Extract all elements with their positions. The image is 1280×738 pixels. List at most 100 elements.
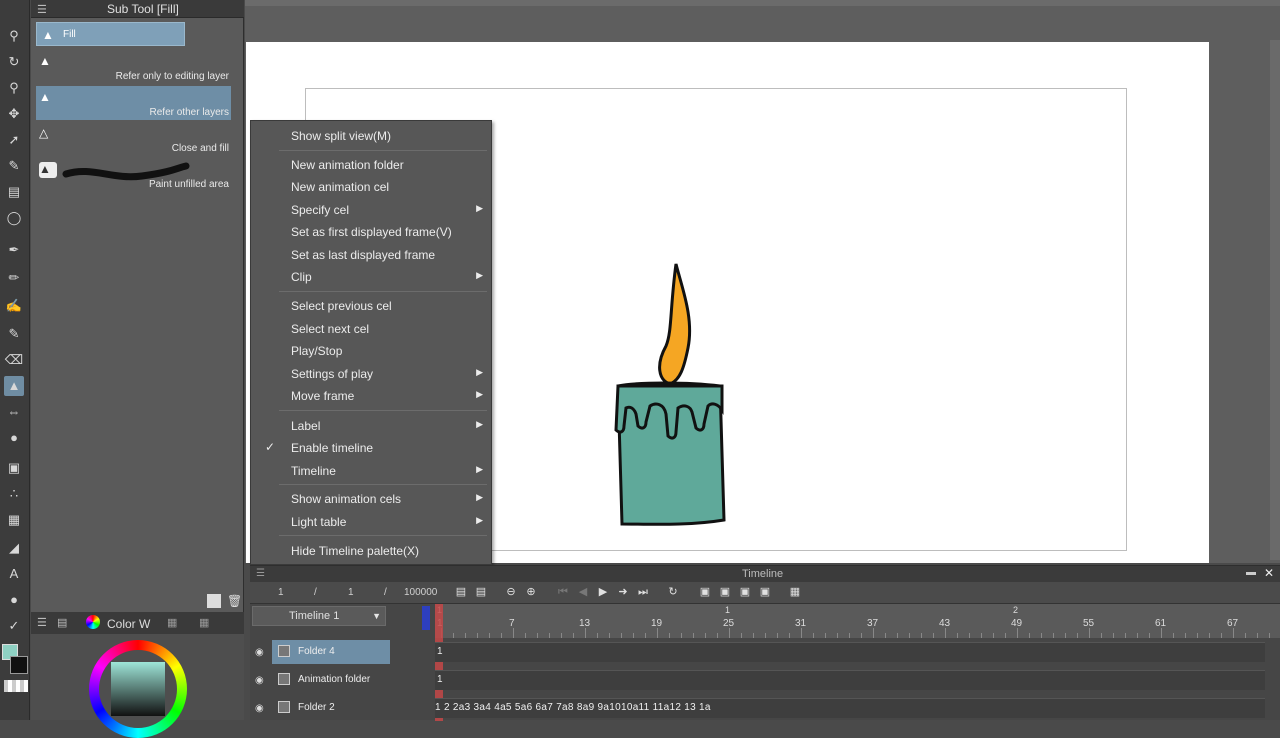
pencil-icon[interactable]: ✏ [4,268,24,288]
first-frame-icon[interactable]: ⏮ [556,586,570,599]
first-frame-marker[interactable] [422,606,430,630]
menu-new-animation-folder[interactable]: New animation folder [251,155,491,175]
eraser-icon[interactable]: ⌫ [4,350,24,370]
frame-icon[interactable]: ▦ [4,510,24,530]
eye-icon[interactable]: ◉ [255,703,264,714]
eye-icon[interactable]: ◉ [255,647,264,658]
sub-color-swatch[interactable] [10,656,28,674]
timeline-ruler[interactable]: 1 7 13 19 25 31 37 43 49 55 61 67 1 1 2 [435,604,1280,638]
onion-skin-icon[interactable]: ▣ [698,586,712,599]
transparent-swatch[interactable] [4,680,28,692]
zoom-in-icon[interactable]: ⊕ [524,586,538,599]
color-set-tab-icon[interactable]: ▦ [167,616,177,629]
blend-icon[interactable]: ⇔ [4,402,24,422]
brush-icon[interactable]: ✍ [4,296,24,316]
layer-name[interactable]: Animation folder [272,668,390,692]
menu-separator [279,150,487,151]
last-frame-icon[interactable]: ⏭ [636,586,650,599]
trash-icon[interactable]: 🗑 [227,594,242,608]
panel-menu-icon[interactable]: ☰ [37,3,47,16]
settings-icon[interactable]: ▦ [788,586,802,599]
layer-name[interactable]: Folder 4 [272,640,390,664]
color-history-tab-icon[interactable]: ▦ [199,616,209,629]
text-icon[interactable]: A [4,564,24,584]
menu-enable-timeline[interactable]: ✓ Enable timeline [251,438,491,458]
magnifier-icon[interactable]: ⚲ [4,78,24,98]
subtool-item-editing-layer[interactable]: ▲ Refer only to editing layer [36,50,231,84]
tab-icon[interactable]: ▤ [57,616,67,629]
panel-menu-icon[interactable]: ☰ [37,616,47,629]
eye-icon[interactable]: ◉ [255,675,264,686]
new-animation-cel-icon[interactable]: ▤ [474,586,488,599]
timeline-layer-row[interactable]: ◉ Folder 2 1 2 2a3 3a4 4a5 5a6 6a7 7a8 8… [250,696,1280,722]
balloon-icon[interactable]: ● [4,590,24,610]
timeline-select[interactable]: Timeline 1 ▼ [252,606,386,626]
zoom-out-icon[interactable]: ⊖ [504,586,518,599]
timeline-layer-row[interactable]: ◉ Folder 4 1 [250,640,1280,666]
ruler-icon[interactable]: ◢ [4,538,24,558]
menu-move-frame[interactable]: Move frame ▶ [251,386,491,406]
edit-cels-icon[interactable]: ▣ [758,586,772,599]
menu-show-animation-cels[interactable]: Show animation cels ▶ [251,489,491,509]
vertical-scrollbar[interactable] [1270,40,1280,560]
menu-timeline[interactable]: Timeline ▶ [251,461,491,481]
rotate-icon[interactable]: ↻ [4,52,24,72]
menu-label[interactable]: Label ▶ [251,416,491,436]
ruler-tick [1101,633,1102,638]
new-subtool-icon[interactable] [207,594,221,608]
operation-icon[interactable]: ➚ [4,130,24,150]
layer-track[interactable]: 1 2 2a3 3a4 4a5 5a6 6a7 7a8 8a9 9a1010a1… [435,698,1265,718]
menu-show-split-view[interactable]: Show split view(M) [251,126,491,146]
pen-icon[interactable]: ✒ [4,240,24,260]
previous-frame-icon[interactable]: ◀ [576,586,590,599]
color-wheel-tab-icon[interactable] [86,615,100,629]
lasso-icon[interactable]: ◯ [4,208,24,228]
menu-play-stop[interactable]: Play/Stop [251,341,491,361]
zoom-icon[interactable]: ⚲ [4,26,24,46]
panel-menu-icon[interactable]: ☰ [256,568,265,579]
layer-track[interactable]: 1 [435,670,1265,690]
menu-settings-of-play[interactable]: Settings of play ▶ [251,364,491,384]
gradient-icon[interactable]: ▣ [4,458,24,478]
figure-icon[interactable]: ∴ [4,484,24,504]
layer-move-icon[interactable]: ▤ [4,182,24,202]
fill-bucket-icon: ▲ [39,162,57,178]
airbrush-icon[interactable]: ✎ [4,324,24,344]
light-table-icon[interactable]: ▣ [718,586,732,599]
ruler-tick [717,633,718,638]
menu-new-animation-cel[interactable]: New animation cel [251,177,491,197]
menu-select-previous-cel[interactable]: Select previous cel [251,296,491,316]
timeline-layer-row[interactable]: ◉ Animation folder 1 [250,668,1280,694]
menu-select-next-cel[interactable]: Select next cel [251,319,491,339]
eyedropper-icon[interactable]: ✎ [4,156,24,176]
layer-track[interactable]: 1 [435,642,1265,662]
menu-set-first-frame[interactable]: Set as first displayed frame(V) [251,222,491,242]
subtool-group-fill[interactable]: ▲ Fill [36,22,185,46]
menu-light-table[interactable]: Light table ▶ [251,512,491,532]
fill-tool-icon[interactable]: ▲ [4,376,24,396]
layer-name[interactable]: Folder 2 [272,696,390,720]
ruler-tick [681,633,682,638]
canvas-tab-strip [245,0,1280,6]
menu-clip[interactable]: Clip ▶ [251,267,491,287]
subtool-item-close-and-fill[interactable]: △ Close and fill [36,122,231,156]
subtool-item-other-layers[interactable]: ▲ Refer other layers [36,86,231,120]
play-icon[interactable]: ▶ [596,586,610,599]
new-animation-folder-icon[interactable]: ▤ [454,586,468,599]
loop-icon[interactable]: ↻ [666,586,680,599]
menu-hide-timeline-palette[interactable]: Hide Timeline palette(X) [251,541,491,561]
subtool-item-paint-unfilled[interactable]: ▲ Paint unfilled area [36,158,231,192]
close-icon[interactable]: ✕ [1264,566,1274,580]
saturation-square[interactable] [111,662,165,716]
hue-ring[interactable] [89,640,187,738]
menu-set-last-frame[interactable]: Set as last displayed frame [251,245,491,265]
ruler-tick [561,633,562,638]
droplet-icon[interactable]: ● [4,428,24,448]
show-cels-icon[interactable]: ▣ [738,586,752,599]
menu-specify-cel[interactable]: Specify cel ▶ [251,200,491,220]
correction-icon[interactable]: ✓ [4,616,24,636]
minimize-icon[interactable]: ▬ [1246,567,1256,578]
tab-color-wheel[interactable]: Color W [107,617,150,631]
move-icon[interactable]: ✥ [4,104,24,124]
next-frame-icon[interactable]: ➜ [616,586,630,599]
